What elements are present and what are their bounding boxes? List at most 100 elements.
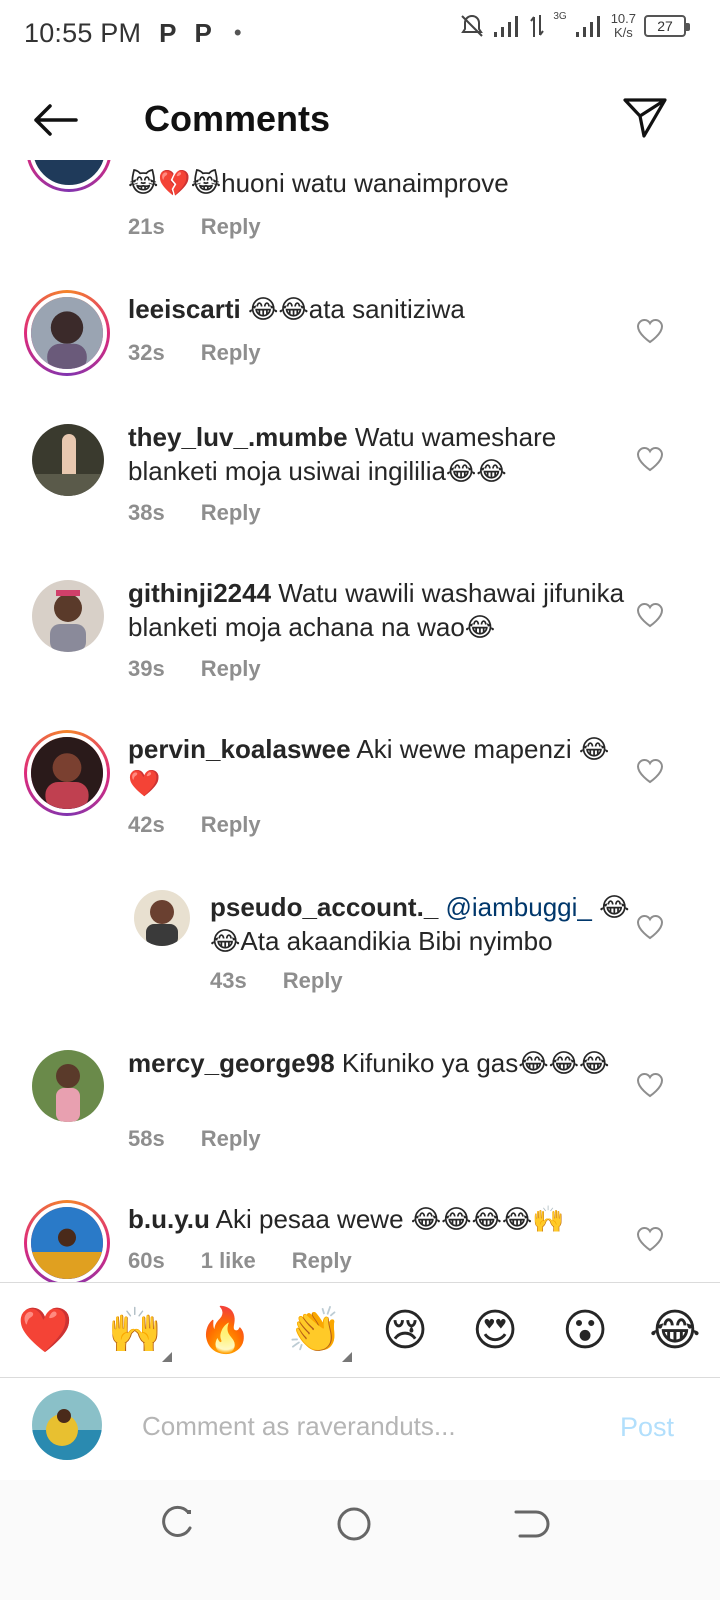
emoji-laughing-button[interactable]: 😂 xyxy=(646,1305,704,1356)
avatar-image xyxy=(32,1050,104,1122)
comment-composer: Post xyxy=(0,1378,720,1478)
recent-apps-icon[interactable] xyxy=(158,1504,198,1544)
more-notifications-dot: • xyxy=(233,20,242,45)
status-icons: 3G 10.7 K/s 27 xyxy=(459,10,690,40)
signal-icon xyxy=(575,16,600,37)
comment-username[interactable]: mercy_george98 xyxy=(128,1048,335,1078)
reply-button[interactable]: Reply xyxy=(201,214,261,240)
comment-time: 21s xyxy=(128,214,165,239)
avatar[interactable] xyxy=(134,890,190,946)
comment-time: 58s xyxy=(128,1126,165,1151)
notification-app-icon: P xyxy=(159,17,177,48)
avatar-image xyxy=(32,1390,102,1460)
comment-username[interactable]: githinji2244 xyxy=(128,578,271,608)
avatar[interactable] xyxy=(24,730,110,816)
network-speed: 10.7 K/s xyxy=(610,11,636,40)
reply-button[interactable]: Reply xyxy=(201,1126,261,1152)
comment-text: they_luv_.mumbe Watu wameshare blanketi … xyxy=(128,422,557,486)
heart-icon[interactable] xyxy=(636,1072,664,1098)
status-time: 10:55 PM xyxy=(24,17,142,48)
avatar[interactable] xyxy=(32,580,104,652)
emoji-surprised-button[interactable]: 😮 xyxy=(556,1305,614,1356)
home-icon[interactable] xyxy=(334,1504,374,1544)
comment-text: b.u.y.u Aki pesaa wewe 😂😂😂😂🙌 xyxy=(128,1204,565,1234)
emoji-reaction-bar: ❤️ 🙌 🔥 👏 😢 😍 😮 😂 xyxy=(0,1282,720,1378)
emoji-heart-button[interactable]: ❤️ xyxy=(16,1304,74,1356)
heart-icon[interactable] xyxy=(636,446,664,472)
comment-username[interactable]: they_luv_.mumbe xyxy=(128,422,348,452)
mention-link[interactable]: @iambuggi_ xyxy=(438,892,592,922)
comment-time: 60s xyxy=(128,1248,165,1273)
notification-app-icon: P xyxy=(194,17,212,48)
comment-text: githinji2244 Watu wawili washawai jifuni… xyxy=(128,578,625,642)
avatar[interactable] xyxy=(24,290,110,376)
network-type: 3G xyxy=(553,10,567,22)
avatar-image xyxy=(134,890,190,946)
comment-meta: 21s Reply xyxy=(128,214,261,240)
back-nav-icon[interactable] xyxy=(510,1504,550,1544)
comment-time: 32s xyxy=(128,340,165,365)
reply-button[interactable]: Reply xyxy=(201,500,261,526)
likes-count[interactable]: 1 like xyxy=(201,1248,256,1274)
avatar[interactable] xyxy=(24,1200,110,1286)
signal-icon xyxy=(494,16,519,37)
emoji-crying-button[interactable]: 😢 xyxy=(376,1305,434,1356)
data-transfer-icon xyxy=(530,15,545,37)
comment-text: mercy_george98 Kifuniko ya gas😂😂😂 xyxy=(128,1048,610,1078)
comment-time: 42s xyxy=(128,812,165,837)
comment-time: 43s xyxy=(210,968,247,993)
reply-button[interactable]: Reply xyxy=(201,340,261,366)
comment-list[interactable]: 😹💔😹huoni watu wanaimprove 21s Reply leei… xyxy=(0,160,720,1308)
comment-text: pervin_koalaswee Aki wewe mapenzi 😂❤️ xyxy=(128,734,610,798)
avatar-image xyxy=(31,297,103,369)
emoji-fire-button[interactable]: 🔥 xyxy=(196,1304,254,1356)
status-bar: 10:55 PM P P • 3G 10.7 K/s 27 xyxy=(0,0,720,66)
reply-button[interactable]: Reply xyxy=(292,1248,352,1274)
comment-meta: 58s Reply xyxy=(128,1126,261,1152)
comment-meta: 60s 1 like Reply xyxy=(128,1248,352,1274)
avatar[interactable] xyxy=(26,160,112,192)
reply-button[interactable]: Reply xyxy=(283,968,343,994)
comment-text: 😹💔😹huoni watu wanaimprove xyxy=(128,168,509,198)
heart-icon[interactable] xyxy=(636,602,664,628)
comment-input[interactable] xyxy=(142,1404,582,1448)
reply-button[interactable]: Reply xyxy=(201,812,261,838)
heart-icon[interactable] xyxy=(636,318,664,344)
comment-meta: 38s Reply xyxy=(128,500,261,526)
comment-text: pseudo_account._ @iambuggi_ 😂😂Ata akaand… xyxy=(210,892,630,956)
comment-time: 38s xyxy=(128,500,165,525)
paper-plane-icon[interactable] xyxy=(622,96,668,140)
reply-button[interactable]: Reply xyxy=(201,656,261,682)
comment-meta: 42s Reply xyxy=(128,812,261,838)
battery-icon: 27 xyxy=(644,15,690,37)
page-title: Comments xyxy=(144,98,331,139)
arrow-left-icon[interactable] xyxy=(30,100,80,140)
bell-off-icon xyxy=(461,14,484,37)
avatar[interactable] xyxy=(32,424,104,496)
heart-icon[interactable] xyxy=(636,914,664,940)
comment-meta: 32s Reply xyxy=(128,340,261,366)
skin-tone-indicator xyxy=(162,1352,172,1362)
comment-username[interactable]: pseudo_account._ xyxy=(210,892,438,922)
avatar-image xyxy=(31,1207,103,1279)
emoji-raised-hands-button[interactable]: 🙌 xyxy=(106,1304,172,1362)
comment-meta: 39s Reply xyxy=(128,656,261,682)
emoji-clap-button[interactable]: 👏 xyxy=(286,1304,352,1362)
comment-time: 39s xyxy=(128,656,165,681)
avatar-image xyxy=(32,580,104,652)
comment-meta: 43s Reply xyxy=(210,968,343,994)
avatar-image xyxy=(32,424,104,496)
avatar-image xyxy=(31,737,103,809)
emoji-heart-eyes-button[interactable]: 😍 xyxy=(466,1305,524,1356)
comment-username[interactable]: leeiscarti xyxy=(128,294,241,324)
skin-tone-indicator xyxy=(342,1352,352,1362)
comment-text: leeiscarti 😂😂ata sanitiziwa xyxy=(128,294,465,324)
header: Comments xyxy=(0,80,720,160)
system-nav-bar xyxy=(0,1480,720,1600)
comment-username[interactable]: b.u.y.u xyxy=(128,1204,210,1234)
heart-icon[interactable] xyxy=(636,1226,664,1252)
comment-username[interactable]: pervin_koalaswee xyxy=(128,734,351,764)
heart-icon[interactable] xyxy=(636,758,664,784)
post-button[interactable]: Post xyxy=(620,1412,674,1443)
avatar[interactable] xyxy=(32,1050,104,1122)
